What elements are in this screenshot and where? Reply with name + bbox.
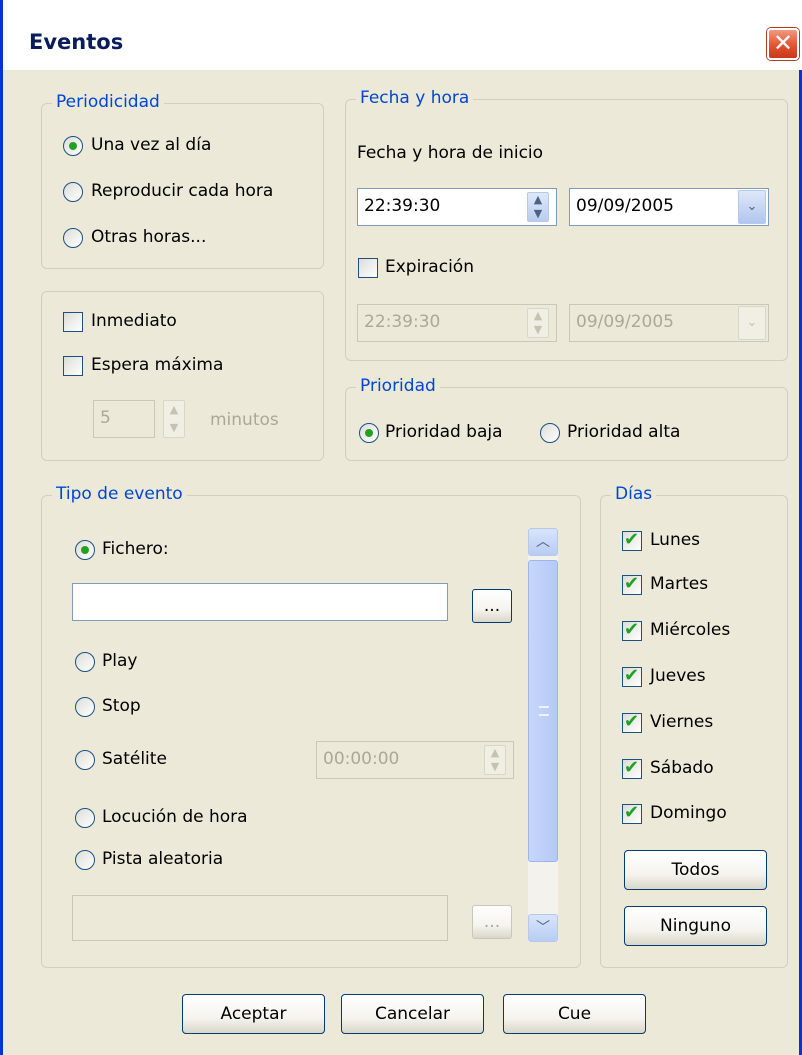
title-bar[interactable]: Eventos ✕	[3, 0, 802, 70]
day-label-viernes[interactable]: Viernes	[650, 712, 713, 732]
radio-fichero[interactable]	[75, 540, 95, 560]
day-checkbox-domingo[interactable]	[622, 802, 642, 824]
day-label-jueves[interactable]: Jueves	[650, 666, 706, 686]
start-time-spinner[interactable]: ▲ ▼	[527, 192, 549, 222]
radio-otras-horas[interactable]	[63, 228, 83, 248]
prioridad-legend: Prioridad	[356, 376, 440, 396]
close-icon[interactable]: ✕	[767, 28, 799, 60]
stop-label[interactable]: Stop	[102, 696, 141, 716]
espera-maxima-label[interactable]: Espera máxima	[91, 355, 223, 375]
radio-prioridad-baja[interactable]	[359, 423, 379, 443]
fecha-hora-inicio-label: Fecha y hora de inicio	[357, 143, 544, 163]
day-checkbox-lunes[interactable]	[622, 529, 642, 551]
prioridad-alta-label[interactable]: Prioridad alta	[567, 422, 680, 442]
espera-maxima-checkbox[interactable]	[63, 356, 83, 376]
radio-prioridad-alta[interactable]	[540, 423, 560, 443]
pista-browse-button: ...	[472, 905, 512, 939]
day-checkbox-martes[interactable]	[622, 573, 642, 595]
cancelar-button[interactable]: Cancelar	[341, 994, 484, 1034]
start-date-dropdown[interactable]: ⌄	[738, 190, 766, 224]
spin-down-icon: ▼	[169, 421, 179, 434]
chevron-down-icon: ⌄	[746, 199, 758, 214]
chevron-down-icon: ⌄	[746, 315, 758, 330]
day-checkbox-miercoles[interactable]	[622, 619, 642, 641]
todos-button[interactable]: Todos	[624, 850, 767, 890]
minutos-input: 5	[93, 400, 155, 438]
day-label-sabado[interactable]: Sábado	[650, 758, 714, 778]
tipo-evento-scrollbar[interactable]: ︿ ﹀	[528, 528, 558, 942]
otras-horas-label[interactable]: Otras horas...	[91, 227, 206, 247]
spin-down-icon: ▼	[533, 323, 543, 336]
radio-satelite[interactable]	[75, 750, 95, 770]
spin-down-icon: ▼	[490, 760, 500, 773]
day-label-martes[interactable]: Martes	[650, 574, 708, 594]
pista-aleatoria-label[interactable]: Pista aleatoria	[102, 849, 223, 869]
expiracion-label[interactable]: Expiración	[385, 257, 474, 277]
window-title: Eventos	[29, 30, 124, 54]
chevron-up-icon: ︿	[536, 534, 550, 550]
aceptar-button[interactable]: Aceptar	[182, 994, 325, 1034]
fichero-label[interactable]: Fichero:	[102, 539, 169, 559]
inmediato-checkbox[interactable]	[63, 312, 83, 332]
minutos-spinner: ▲ ▼	[163, 400, 185, 438]
fecha-hora-legend: Fecha y hora	[356, 88, 474, 108]
fichero-input[interactable]	[72, 583, 448, 621]
periodicidad-legend: Periodicidad	[52, 92, 164, 112]
grip-icon	[539, 706, 549, 716]
eventos-dialog: Eventos ✕ Periodicidad Una vez al día Re…	[0, 0, 802, 1055]
exp-time-spinner: ▲ ▼	[527, 308, 549, 338]
reproducir-cada-hora-label[interactable]: Reproducir cada hora	[91, 181, 273, 201]
scroll-thumb[interactable]	[528, 560, 558, 862]
dias-legend: Días	[611, 484, 657, 504]
ninguno-button[interactable]: Ninguno	[624, 906, 767, 946]
satelite-label[interactable]: Satélite	[102, 749, 167, 769]
spin-up-icon[interactable]: ▲	[528, 193, 548, 207]
day-checkbox-sabado[interactable]	[622, 757, 642, 779]
radio-locucion-de-hora[interactable]	[75, 808, 95, 828]
radio-pista-aleatoria[interactable]	[75, 850, 95, 870]
una-vez-al-dia-label[interactable]: Una vez al día	[91, 135, 211, 155]
day-label-lunes[interactable]: Lunes	[650, 530, 700, 550]
locucion-de-hora-label[interactable]: Locución de hora	[102, 807, 248, 827]
day-label-miercoles[interactable]: Miércoles	[650, 620, 730, 640]
scroll-up-button[interactable]: ︿	[528, 528, 558, 556]
cue-button[interactable]: Cue	[503, 994, 646, 1034]
tipo-evento-legend: Tipo de evento	[52, 484, 187, 504]
play-label[interactable]: Play	[102, 651, 137, 671]
expiracion-checkbox[interactable]	[358, 258, 378, 278]
spin-up-icon: ▲	[169, 403, 179, 416]
pista-input	[72, 895, 448, 941]
day-checkbox-viernes[interactable]	[622, 711, 642, 733]
inmediato-label[interactable]: Inmediato	[91, 311, 177, 331]
radio-una-vez-al-dia[interactable]	[63, 136, 83, 156]
radio-play[interactable]	[75, 652, 95, 672]
day-label-domingo[interactable]: Domingo	[650, 803, 727, 823]
satelite-time-spinner: ▲ ▼	[484, 745, 506, 775]
radio-reproducir-cada-hora[interactable]	[63, 182, 83, 202]
exp-date-dropdown: ⌄	[738, 306, 766, 340]
fichero-browse-button[interactable]: ...	[472, 589, 512, 623]
spin-up-icon: ▲	[490, 746, 500, 759]
scroll-down-button[interactable]: ﹀	[528, 914, 558, 942]
chevron-down-icon: ﹀	[536, 920, 550, 936]
day-checkbox-jueves[interactable]	[622, 665, 642, 687]
radio-stop[interactable]	[75, 697, 95, 717]
prioridad-baja-label[interactable]: Prioridad baja	[385, 422, 503, 442]
spin-down-icon[interactable]: ▼	[528, 207, 548, 221]
minutos-label: minutos	[210, 410, 279, 430]
spin-up-icon: ▲	[533, 309, 543, 322]
